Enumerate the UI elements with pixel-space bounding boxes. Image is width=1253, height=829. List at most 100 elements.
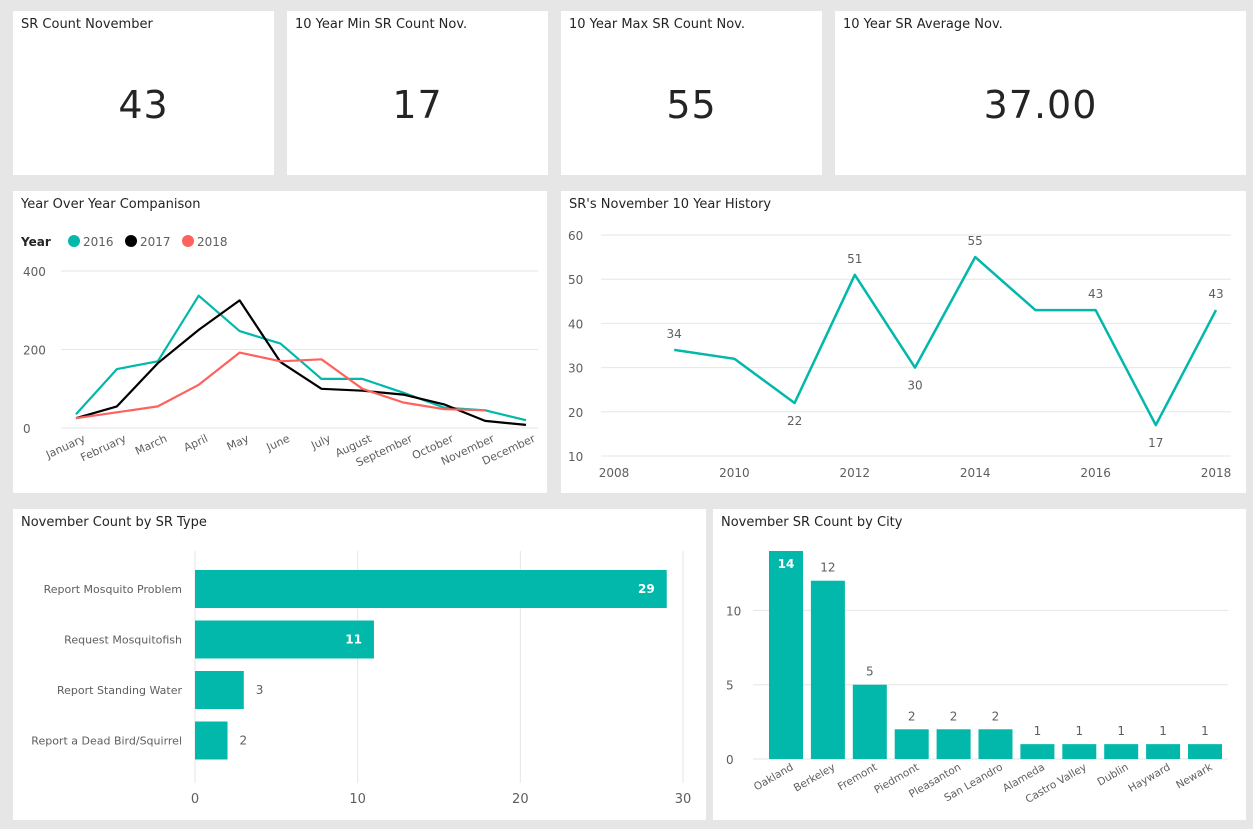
count-by-type-bar-chart: 0 10 20 30 Report Mosquito Problem 29 Request …	[31, 551, 692, 807]
y-tick-label: 10	[726, 604, 741, 618]
y-tick-label: 50	[568, 273, 583, 287]
history-line	[674, 255, 1218, 427]
category-label: Report a Dead Bird/Squirrel	[31, 735, 182, 748]
data-label: 1	[1201, 724, 1209, 738]
bar	[1020, 744, 1055, 759]
kpi-title: 10 Year Min SR Count Nov.	[295, 17, 468, 32]
bar	[195, 570, 667, 608]
category-label: Request Mosquitofish	[64, 634, 182, 647]
kpi-title: 10 Year Max SR Count Nov.	[569, 17, 745, 32]
kpi-card-average[interactable]: 10 Year SR Average Nov. 37.00	[835, 11, 1246, 175]
data-label: 30	[907, 379, 922, 393]
year-over-year-line-chart: Year 2016 2017 20180200400JanuaryFebruary Ma…	[20, 235, 538, 469]
y-tick-label: 10	[568, 450, 583, 464]
data-label: 1	[1034, 724, 1042, 738]
data-label: 55	[968, 234, 983, 248]
category-label: Report Mosquito Problem	[44, 583, 182, 596]
ten-year-history-line-chart: 10 20 30 40 50 60 2008 2010 2012 2014 2016 2018 34 22…	[568, 229, 1232, 480]
bar	[894, 729, 929, 759]
x-tick-label: 2010	[719, 466, 750, 480]
x-tick-label: Hayward	[1126, 761, 1172, 795]
y-tick-label: 60	[568, 229, 583, 243]
data-label: 2	[950, 709, 958, 723]
legend-marker	[125, 235, 137, 247]
data-label: 1	[1117, 724, 1125, 738]
data-label: 2	[908, 709, 916, 723]
chart-tile-year-over-year[interactable]: Year Over Year Companison Year 2016 2017 20…	[13, 191, 547, 493]
data-label: 22	[787, 414, 802, 428]
legend-title: Year	[20, 235, 51, 249]
x-tick-label: 2012	[840, 466, 871, 480]
legend-marker	[68, 235, 80, 247]
data-label: 34	[667, 327, 682, 341]
x-tick-label: March	[133, 432, 169, 458]
kpi-value: 55	[666, 83, 717, 127]
legend-label: 2016	[83, 235, 114, 249]
x-tick-label: April	[182, 432, 210, 454]
legend-marker	[182, 235, 194, 247]
x-tick-label: July	[308, 432, 333, 453]
x-tick-label: 2014	[960, 466, 991, 480]
series-line-2016	[75, 294, 527, 422]
x-tick-label: 10	[349, 792, 366, 807]
data-label: 2	[240, 734, 248, 748]
y-tick-label: 400	[23, 265, 46, 279]
bar	[195, 671, 244, 709]
data-label: 43	[1208, 287, 1223, 301]
category-label: Report Standing Water	[57, 684, 182, 697]
x-tick-label: May	[225, 432, 252, 454]
bar	[1062, 744, 1097, 759]
chart-tile-count-by-type[interactable]: November Count by SR Type 0 10 20 30 Report …	[13, 509, 706, 820]
bar	[769, 551, 803, 759]
y-tick-label: 200	[23, 344, 46, 358]
kpi-card-min-count[interactable]: 10 Year Min SR Count Nov. 17	[287, 11, 548, 175]
kpi-value: 17	[392, 83, 443, 127]
x-tick-label: June	[264, 432, 292, 454]
x-tick-label: Oakland	[752, 761, 796, 793]
data-label: 1	[1075, 724, 1083, 738]
legend-label: 2017	[140, 235, 171, 249]
bar	[1104, 744, 1139, 759]
data-label: 17	[1148, 436, 1163, 450]
x-tick-label: February	[79, 432, 129, 465]
y-tick-label: 40	[568, 317, 583, 331]
bar	[810, 580, 845, 759]
x-tick-label: 2008	[599, 466, 630, 480]
x-tick-label: 20	[512, 792, 529, 807]
kpi-value: 37.00	[983, 83, 1098, 127]
count-by-city-bar-chart: 051014Oakland12Berkeley5Fremont2Piedmont…	[726, 551, 1228, 806]
chart-tile-count-by-city[interactable]: November SR Count by City 0 5 10 14 Oakland 1…	[713, 509, 1246, 820]
bar	[852, 684, 887, 759]
data-label: 29	[638, 582, 655, 596]
chart-tile-ten-year-history[interactable]: SR's November 10 Year History 10 20 30 40 50…	[561, 191, 1246, 493]
x-tick-label: 0	[191, 792, 199, 807]
data-label: 11	[345, 633, 362, 647]
data-label: 12	[820, 561, 835, 575]
kpi-card-sr-count[interactable]: SR Count November 43	[13, 11, 274, 175]
x-tick-label: Newark	[1174, 761, 1215, 792]
data-label: 51	[847, 252, 862, 266]
data-label: 2	[992, 709, 1000, 723]
kpi-title: 10 Year SR Average Nov.	[843, 17, 1003, 32]
kpi-card-max-count[interactable]: 10 Year Max SR Count Nov. 55	[561, 11, 822, 175]
x-tick-label: 2018	[1201, 466, 1232, 480]
bar	[936, 729, 971, 759]
bar	[195, 721, 228, 760]
data-label: 1	[1159, 724, 1167, 738]
y-tick-label: 0	[726, 753, 734, 767]
y-tick-label: 5	[726, 679, 734, 693]
kpi-title: SR Count November	[21, 17, 153, 32]
data-label: 5	[866, 665, 874, 679]
data-label: 43	[1088, 287, 1103, 301]
legend-label: 2018	[197, 235, 228, 249]
x-tick-label: Berkeley	[792, 761, 838, 794]
bar	[978, 729, 1013, 759]
data-label: 3	[256, 683, 264, 697]
bar	[1188, 744, 1222, 759]
x-tick-label: 2016	[1080, 466, 1111, 480]
kpi-value: 43	[118, 83, 169, 127]
y-tick-label: 20	[568, 406, 583, 420]
data-label: 14	[778, 557, 795, 571]
y-tick-label: 0	[23, 422, 31, 436]
x-tick-label: 30	[675, 792, 692, 807]
